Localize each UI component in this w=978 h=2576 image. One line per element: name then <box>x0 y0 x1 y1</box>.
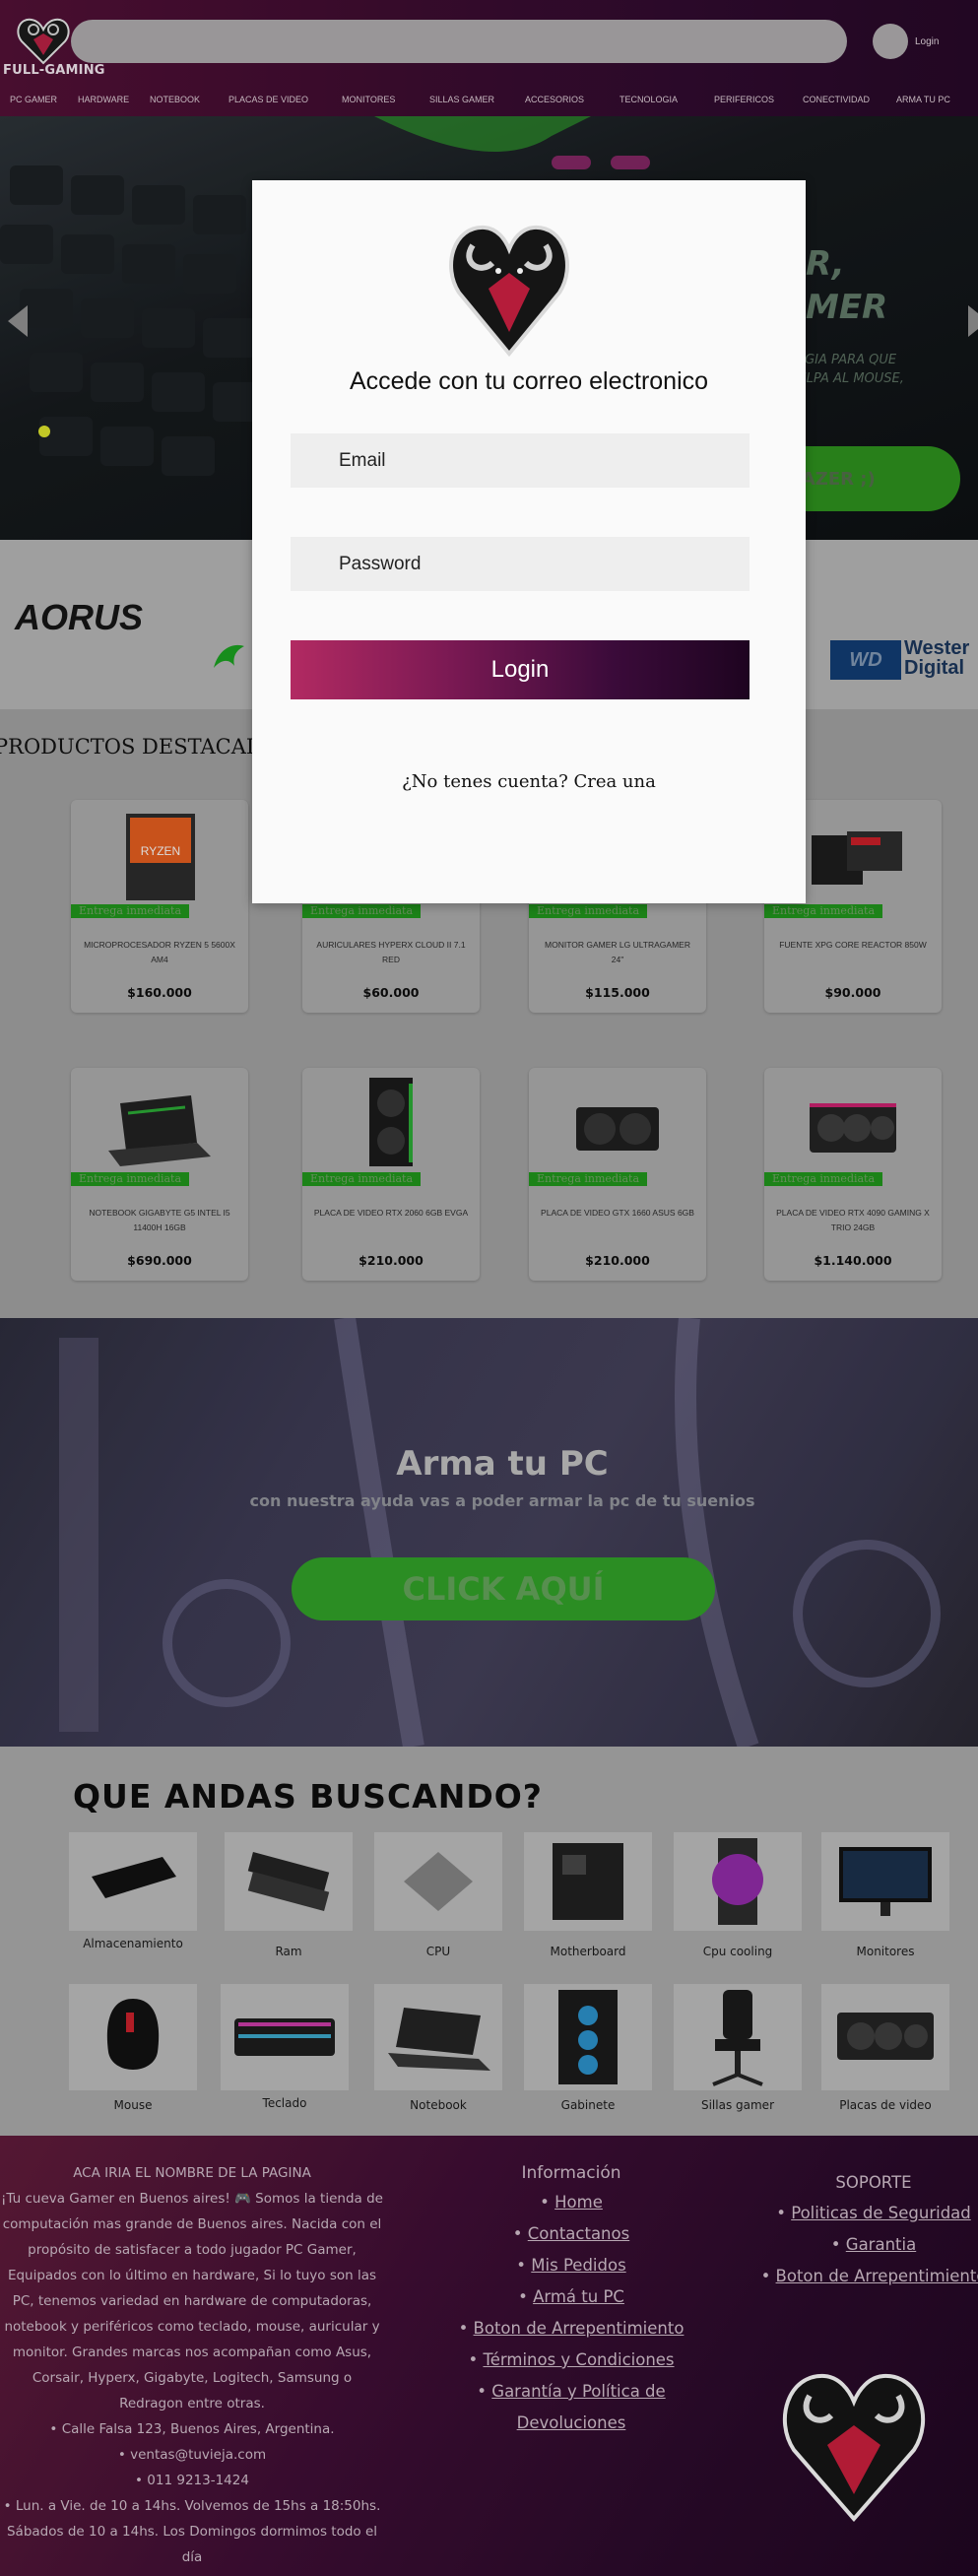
ram-heart-logo-icon <box>449 225 569 358</box>
password-field[interactable] <box>291 537 750 591</box>
register-link[interactable]: ¿No tenes cuenta? Crea una <box>252 771 806 792</box>
login-modal: Accede con tu correo electronico Login ¿… <box>252 180 806 903</box>
login-button[interactable]: Login <box>291 640 750 699</box>
modal-title: Accede con tu correo electronico <box>349 367 709 395</box>
page-root: FULL-GAMING Login PC GAMER HARDWARE NOTE… <box>0 0 978 2576</box>
email-field[interactable] <box>291 433 750 488</box>
